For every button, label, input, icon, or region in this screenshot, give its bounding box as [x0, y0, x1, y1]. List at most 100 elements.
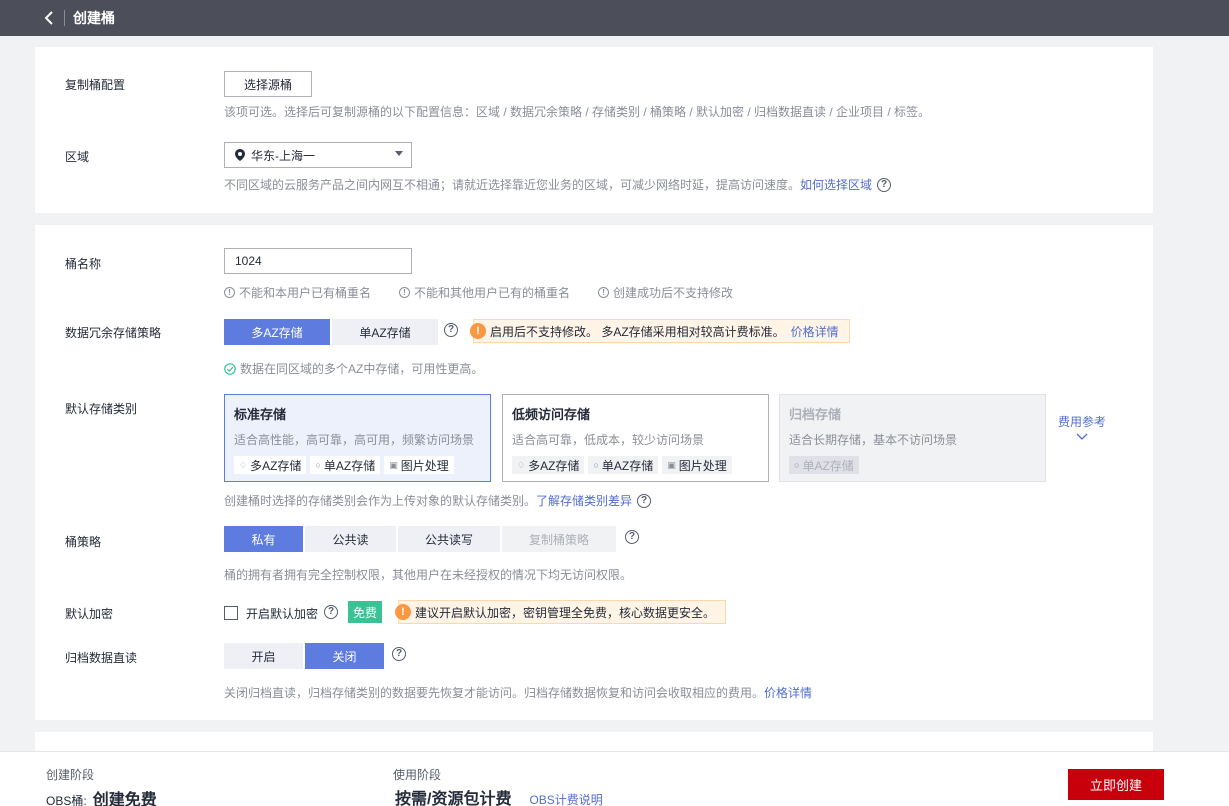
option-disable[interactable]: 关闭 — [305, 643, 384, 669]
fee-reference-link[interactable]: 费用参考 — [1057, 413, 1107, 444]
help-icon[interactable]: ? — [877, 177, 892, 192]
card-tags: ♢ 多AZ存储 ○ 单AZ存储 ▣ 图片处理 — [234, 456, 458, 474]
encryption-checkbox[interactable] — [224, 606, 238, 620]
option-multi-az[interactable]: 多AZ存储 — [224, 319, 330, 345]
help-icon[interactable]: ? — [637, 493, 652, 508]
option-public-read-write[interactable]: 公共读写 — [398, 526, 500, 552]
replicate-label: 复制桶配置 — [65, 78, 126, 92]
how-to-choose-region-link[interactable]: 如何选择区域 — [800, 176, 872, 193]
option-single-az[interactable]: 单AZ存储 — [332, 319, 438, 345]
chevron-down-icon — [1076, 433, 1088, 440]
redundancy-success-hint: 数据在同区域的多个AZ中存储，可用性更高。 — [224, 360, 483, 377]
warning-icon: ! — [470, 323, 486, 339]
region-label: 区域 — [65, 150, 90, 164]
tag-label: 多AZ存储 — [528, 458, 580, 473]
archive-read-toggle: 开启 关闭 — [224, 643, 386, 669]
tag: ♢ 多AZ存储 — [512, 456, 585, 474]
stage2-value: 按需/资源包计费 — [395, 791, 512, 806]
scrollbar-track[interactable] — [1219, 36, 1229, 751]
replicate-hint: 该项可选。选择后可复制源桶的以下配置信息：区域 / 数据冗余策略 / 存储类别 … — [224, 105, 931, 119]
chevron-down-icon — [395, 151, 403, 156]
storage-class-diff-link[interactable]: 了解存储类别差异 — [536, 492, 632, 509]
multi-az-icon: ♢ — [517, 459, 526, 470]
tag: ○ 单AZ存储 — [588, 456, 659, 474]
help-icon[interactable]: ? — [324, 605, 338, 619]
storage-card-infrequent[interactable]: 低频访问存储 适合高可靠，低成本，较少访问场景 ♢ 多AZ存储 ○ 单AZ存储 ▣ 图… — [502, 394, 769, 482]
stage2-title: 使用阶段 — [393, 768, 442, 782]
policy-hint: 桶的拥有者拥有完全控制权限，其他用户在未经授权的情况下均无访问权限。 — [224, 568, 633, 582]
policy-toggle: 私有 公共读 公共读写 复制桶策略 — [224, 526, 618, 552]
tag: ○ 单AZ存储 — [310, 456, 381, 474]
help-icon[interactable]: ? — [625, 530, 639, 544]
card-tags: ○ 单AZ存储 — [789, 456, 863, 474]
footer-bar: 创建阶段 OBS桶: 创建免费 使用阶段 按需/资源包计费 OBS计费说明 立即… — [0, 751, 1229, 806]
option-public-read[interactable]: 公共读 — [305, 526, 396, 552]
info-icon: ! — [399, 287, 411, 298]
redundancy-warning-text: 启用后不支持修改。 多AZ存储采用相对较高计费标准。 — [490, 324, 785, 339]
tag: ○ 单AZ存储 — [789, 456, 859, 474]
archive-read-hint-row: 关闭归档直读，归档存储类别的数据要先恢复才能访问。归档存储数据恢复和访问会收取相… — [224, 684, 812, 701]
multi-az-icon: ♢ — [239, 459, 248, 470]
card-desc: 适合高可靠，低成本，较少访问场景 — [512, 433, 705, 447]
bucket-name-label: 桶名称 — [65, 257, 102, 271]
warning-icon: ! — [395, 604, 411, 620]
tag-label: 图片处理 — [678, 458, 727, 473]
option-enable[interactable]: 开启 — [224, 643, 303, 669]
tag: ▣ 图片处理 — [662, 456, 732, 474]
tag-label: 多AZ存储 — [250, 458, 302, 473]
bucket-config-card: 桶名称 1024 ! 不能和本用户已有桶重名 ! 不能和其他用户已有的桶重名 !… — [35, 225, 1153, 720]
bucket-name-rules: ! 不能和本用户已有桶重名 ! 不能和其他用户已有的桶重名 ! 创建成功后不支持… — [224, 284, 733, 301]
region-hint-row: 不同区域的云服务产品之间内网互不相通；请就近选择靠近您业务的区域，可减少网络时延… — [224, 176, 892, 193]
single-az-icon: ○ — [794, 460, 800, 470]
basic-config-card: 复制桶配置 选择源桶 该项可选。选择后可复制源桶的以下配置信息：区域 / 数据冗… — [35, 47, 1153, 213]
rule-item: 创建成功后不支持修改 — [613, 286, 734, 300]
storage-class-label: 默认存储类别 — [65, 402, 138, 416]
redundancy-toggle: 多AZ存储 单AZ存储 — [224, 319, 440, 345]
archive-read-label: 归档数据直读 — [65, 651, 138, 665]
encryption-checkbox-label[interactable]: 开启默认加密 — [246, 605, 318, 622]
stage1-prefix: OBS桶: — [46, 794, 87, 806]
card-tags: ♢ 多AZ存储 ○ 单AZ存储 ▣ 图片处理 — [512, 456, 736, 474]
bucket-name-input[interactable]: 1024 — [224, 248, 412, 274]
obs-billing-link[interactable]: OBS计费说明 — [529, 791, 602, 806]
tag: ▣ 图片处理 — [384, 456, 454, 474]
encryption-warning: ! 建议开启默认加密，密钥管理全免费，核心数据更安全。 — [395, 600, 727, 624]
storage-class-hint: 创建桶时选择的存储类别会作为上传对象的默认存储类别。 — [224, 494, 537, 508]
create-now-button[interactable]: 立即创建 — [1068, 769, 1164, 800]
encryption-warning-text: 建议开启默认加密，密钥管理全免费，核心数据更安全。 — [415, 605, 716, 620]
card-desc: 适合长期存储，基本不访问场景 — [789, 433, 958, 447]
chevron-left-icon — [44, 11, 53, 25]
region-value: 华东-上海一 — [251, 148, 315, 163]
stage1-row: OBS桶: 创建免费 — [46, 786, 157, 806]
redundancy-label: 数据冗余存储策略 — [65, 326, 162, 340]
top-bar: 创建桶 — [0, 0, 1229, 36]
help-icon[interactable]: ? — [392, 647, 406, 661]
stage1-title: 创建阶段 — [46, 768, 95, 782]
storage-class-hint-row: 创建桶时选择的存储类别会作为上传对象的默认存储类别。 了解存储类别差异 ? — [224, 492, 652, 509]
card-desc: 适合高性能，高可靠，高可用，频繁访问场景 — [234, 433, 475, 447]
stage1-value: 创建免费 — [92, 792, 157, 806]
back-button[interactable] — [38, 7, 60, 29]
redundancy-warning: ! 启用后不支持修改。 多AZ存储采用相对较高计费标准。 价格详情 — [470, 319, 850, 343]
tag: ♢ 多AZ存储 — [234, 456, 307, 474]
select-source-bucket-button[interactable]: 选择源桶 — [224, 71, 312, 97]
encryption-label: 默认加密 — [65, 607, 114, 621]
help-icon[interactable]: ? — [444, 323, 458, 337]
storage-card-archive: 归档存储 适合长期存储，基本不访问场景 ○ 单AZ存储 — [779, 394, 1046, 482]
info-icon: ! — [598, 287, 610, 298]
success-hint-text: 数据在同区域的多个AZ中存储，可用性更高。 — [240, 362, 484, 376]
card-title: 低频访问存储 — [512, 407, 591, 422]
card-title: 标准存储 — [234, 407, 287, 422]
tag-label: 单AZ存储 — [323, 458, 376, 473]
stage2-row: 按需/资源包计费 OBS计费说明 — [395, 785, 603, 806]
info-icon: ! — [224, 287, 235, 298]
storage-card-standard[interactable]: 标准存储 适合高性能，高可靠，高可用，频繁访问场景 ♢ 多AZ存储 ○ 单AZ存储 … — [224, 394, 491, 482]
image-icon: ▣ — [389, 459, 398, 470]
location-pin-icon — [235, 149, 245, 161]
archive-price-link[interactable]: 价格详情 — [764, 684, 812, 701]
tag-label: 单AZ存储 — [601, 458, 654, 473]
rule-item: 不能和本用户已有桶重名 — [239, 286, 372, 300]
option-private[interactable]: 私有 — [224, 526, 303, 552]
region-select[interactable]: 华东-上海一 — [224, 142, 412, 168]
price-details-link[interactable]: 价格详情 — [791, 323, 839, 340]
